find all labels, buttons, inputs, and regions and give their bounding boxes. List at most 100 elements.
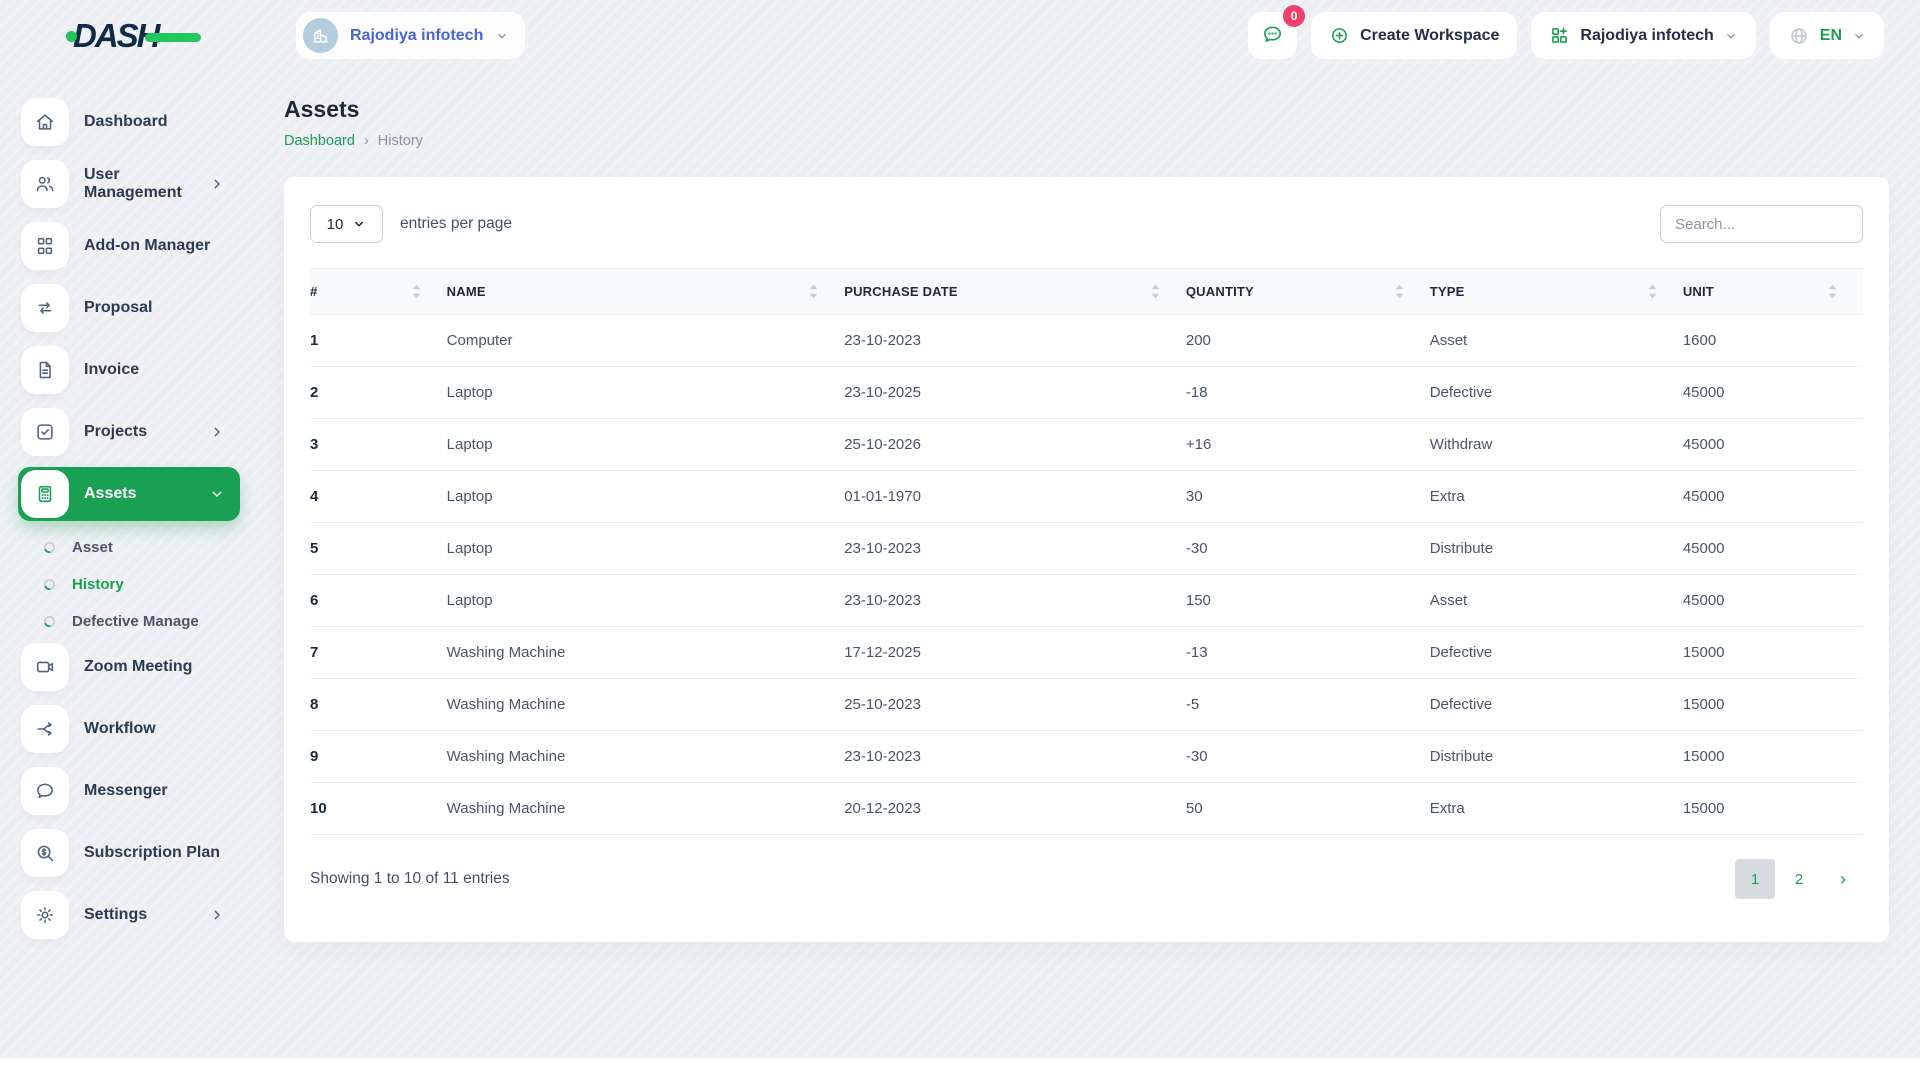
table-row[interactable]: 6 Laptop 23-10-2023 150 Asset 45000 xyxy=(310,574,1863,627)
table-row[interactable]: 5 Laptop 23-10-2023 -30 Distribute 45000 xyxy=(310,522,1863,575)
sidebar-item-workflow[interactable]: Workflow xyxy=(18,702,240,756)
sort-icon[interactable] xyxy=(1648,284,1657,299)
sidebar-item-proposal[interactable]: Proposal xyxy=(18,281,240,335)
next-page-button[interactable]: › xyxy=(1823,859,1863,899)
sidebar-item-projects[interactable]: Projects xyxy=(18,405,240,459)
table-row[interactable]: 2 Laptop 23-10-2025 -18 Defective 45000 xyxy=(310,366,1863,419)
column-header-[interactable]: # xyxy=(310,284,317,299)
app-logo[interactable]: DASH xyxy=(66,17,201,55)
sidebar-item-messenger[interactable]: Messenger xyxy=(18,764,240,818)
table-row[interactable]: 4 Laptop 01-01-1970 30 Extra 45000 xyxy=(310,470,1863,523)
sidebar-subitem-defective-manage[interactable]: Defective Manage xyxy=(18,603,240,640)
chat-bubble-icon xyxy=(1261,23,1284,49)
cell-name: Laptop xyxy=(446,522,845,575)
company-dropdown[interactable]: Rajodiya infotech xyxy=(1531,12,1756,59)
page-size-select[interactable]: 10 xyxy=(310,205,383,243)
page-button-1[interactable]: 1 xyxy=(1735,859,1775,899)
column-header-quantity[interactable]: QUANTITY xyxy=(1186,284,1254,299)
sort-icon[interactable] xyxy=(1151,284,1160,299)
search-input[interactable] xyxy=(1660,205,1863,243)
table-row[interactable]: 3 Laptop 25-10-2026 +16 Withdraw 45000 xyxy=(310,418,1863,471)
chevron-down-icon xyxy=(209,486,225,502)
column-header-type[interactable]: TYPE xyxy=(1430,284,1465,299)
file-icon xyxy=(21,346,69,394)
cell-quantity: -18 xyxy=(1185,366,1430,419)
page-button-2[interactable]: 2 xyxy=(1779,859,1819,899)
building-icon xyxy=(303,18,338,53)
cell-name: Washing Machine xyxy=(446,626,845,679)
cell-: 2 xyxy=(310,366,447,419)
cell-unit: 1600 xyxy=(1682,314,1863,367)
column-header-purchase-date[interactable]: PURCHASE DATE xyxy=(844,284,958,299)
chevron-down-icon xyxy=(1852,29,1866,43)
sidebar-item-settings[interactable]: Settings xyxy=(18,888,240,942)
cell-: 10 xyxy=(310,782,447,835)
circle-bullet-icon xyxy=(43,578,56,591)
table-row[interactable]: 10 Washing Machine 20-12-2023 50 Extra 15000 xyxy=(310,782,1863,835)
sidebar-item-dashboard[interactable]: Dashboard xyxy=(18,95,240,149)
gear-icon xyxy=(21,891,69,939)
language-dropdown[interactable]: EN xyxy=(1769,12,1884,59)
cell-unit: 45000 xyxy=(1682,366,1863,419)
sidebar-item-invoice[interactable]: Invoice xyxy=(18,343,240,397)
sidebar-subitem-asset[interactable]: Asset xyxy=(18,529,240,566)
cell-purchase-date: 25-10-2026 xyxy=(844,418,1186,471)
users-icon xyxy=(21,160,69,208)
page-title: Assets xyxy=(284,96,360,122)
sidebar-item-label: Add-on Manager xyxy=(84,237,211,254)
column-header-name[interactable]: NAME xyxy=(447,284,486,299)
sort-icon[interactable] xyxy=(1828,284,1837,299)
cell-: 5 xyxy=(310,522,447,575)
create-workspace-button[interactable]: Create Workspace xyxy=(1311,12,1518,59)
cell-name: Washing Machine xyxy=(446,782,845,835)
chevron-down-icon xyxy=(495,29,509,43)
plus-circle-icon xyxy=(1329,25,1350,46)
home-icon xyxy=(21,98,69,146)
pagination: 1 2 › xyxy=(1735,859,1863,899)
breadcrumb-dashboard-link[interactable]: Dashboard xyxy=(284,133,355,149)
sort-icon[interactable] xyxy=(809,284,818,299)
circle-bullet-icon xyxy=(43,615,56,628)
cell-unit: 45000 xyxy=(1682,470,1863,523)
table-row[interactable]: 7 Washing Machine 17-12-2025 -13 Defective 15… xyxy=(310,626,1863,679)
logo-dash-icon xyxy=(144,33,201,42)
cell-quantity: 30 xyxy=(1185,470,1430,523)
app-root: DASH Rajodiya infotech 0 Create Workspac… xyxy=(0,0,1920,1080)
cell-name: Computer xyxy=(446,314,845,367)
cell-type: Distribute xyxy=(1429,730,1683,783)
workspace-name: Rajodiya infotech xyxy=(350,26,484,44)
workspace-switcher[interactable]: Rajodiya infotech xyxy=(296,12,526,59)
cell-name: Washing Machine xyxy=(446,678,845,731)
sort-icon[interactable] xyxy=(412,284,421,299)
bottom-strip xyxy=(0,1058,1920,1080)
sidebar-item-label: Assets xyxy=(84,485,137,502)
sidebar-item-subscription-plan[interactable]: Subscription Plan xyxy=(18,826,240,880)
cell-unit: 15000 xyxy=(1682,626,1863,679)
cell-: 7 xyxy=(310,626,447,679)
sidebar-item-user-management[interactable]: User Management xyxy=(18,157,240,211)
cell-name: Washing Machine xyxy=(446,730,845,783)
table-row[interactable]: 9 Washing Machine 23-10-2023 -30 Distribute 1… xyxy=(310,730,1863,783)
entries-per-page-label: entries per page xyxy=(400,215,513,232)
sort-icon[interactable] xyxy=(1395,284,1404,299)
cell-unit: 15000 xyxy=(1682,730,1863,783)
sidebar-item-label: Zoom Meeting xyxy=(84,658,193,675)
cell-quantity: -30 xyxy=(1185,522,1430,575)
messages-button[interactable]: 0 xyxy=(1248,5,1306,59)
sidebar-item-assets[interactable]: Assets xyxy=(18,467,240,521)
cell-purchase-date: 23-10-2023 xyxy=(844,574,1186,627)
video-icon xyxy=(21,643,69,691)
table-row[interactable]: 1 Computer 23-10-2023 200 Asset 1600 xyxy=(310,314,1863,367)
column-header-unit[interactable]: UNIT xyxy=(1683,284,1714,299)
sidebar-item-label: Settings xyxy=(84,906,148,923)
sidebar: Dashboard User Management Add-on Manager Pr… xyxy=(0,71,257,950)
sidebar-subitem-history[interactable]: History xyxy=(18,566,240,603)
sidebar-item-zoom-meeting[interactable]: Zoom Meeting xyxy=(18,640,240,694)
grid-icon xyxy=(21,222,69,270)
sidebar-item-add-on-manager[interactable]: Add-on Manager xyxy=(18,219,240,273)
cell-quantity: -30 xyxy=(1185,730,1430,783)
table-row[interactable]: 8 Washing Machine 25-10-2023 -5 Defective 150… xyxy=(310,678,1863,731)
sidebar-item-label: Proposal xyxy=(84,299,153,316)
showing-entries-text: Showing 1 to 10 of 11 entries xyxy=(310,870,510,887)
sidebar-item-label: Invoice xyxy=(84,361,140,378)
